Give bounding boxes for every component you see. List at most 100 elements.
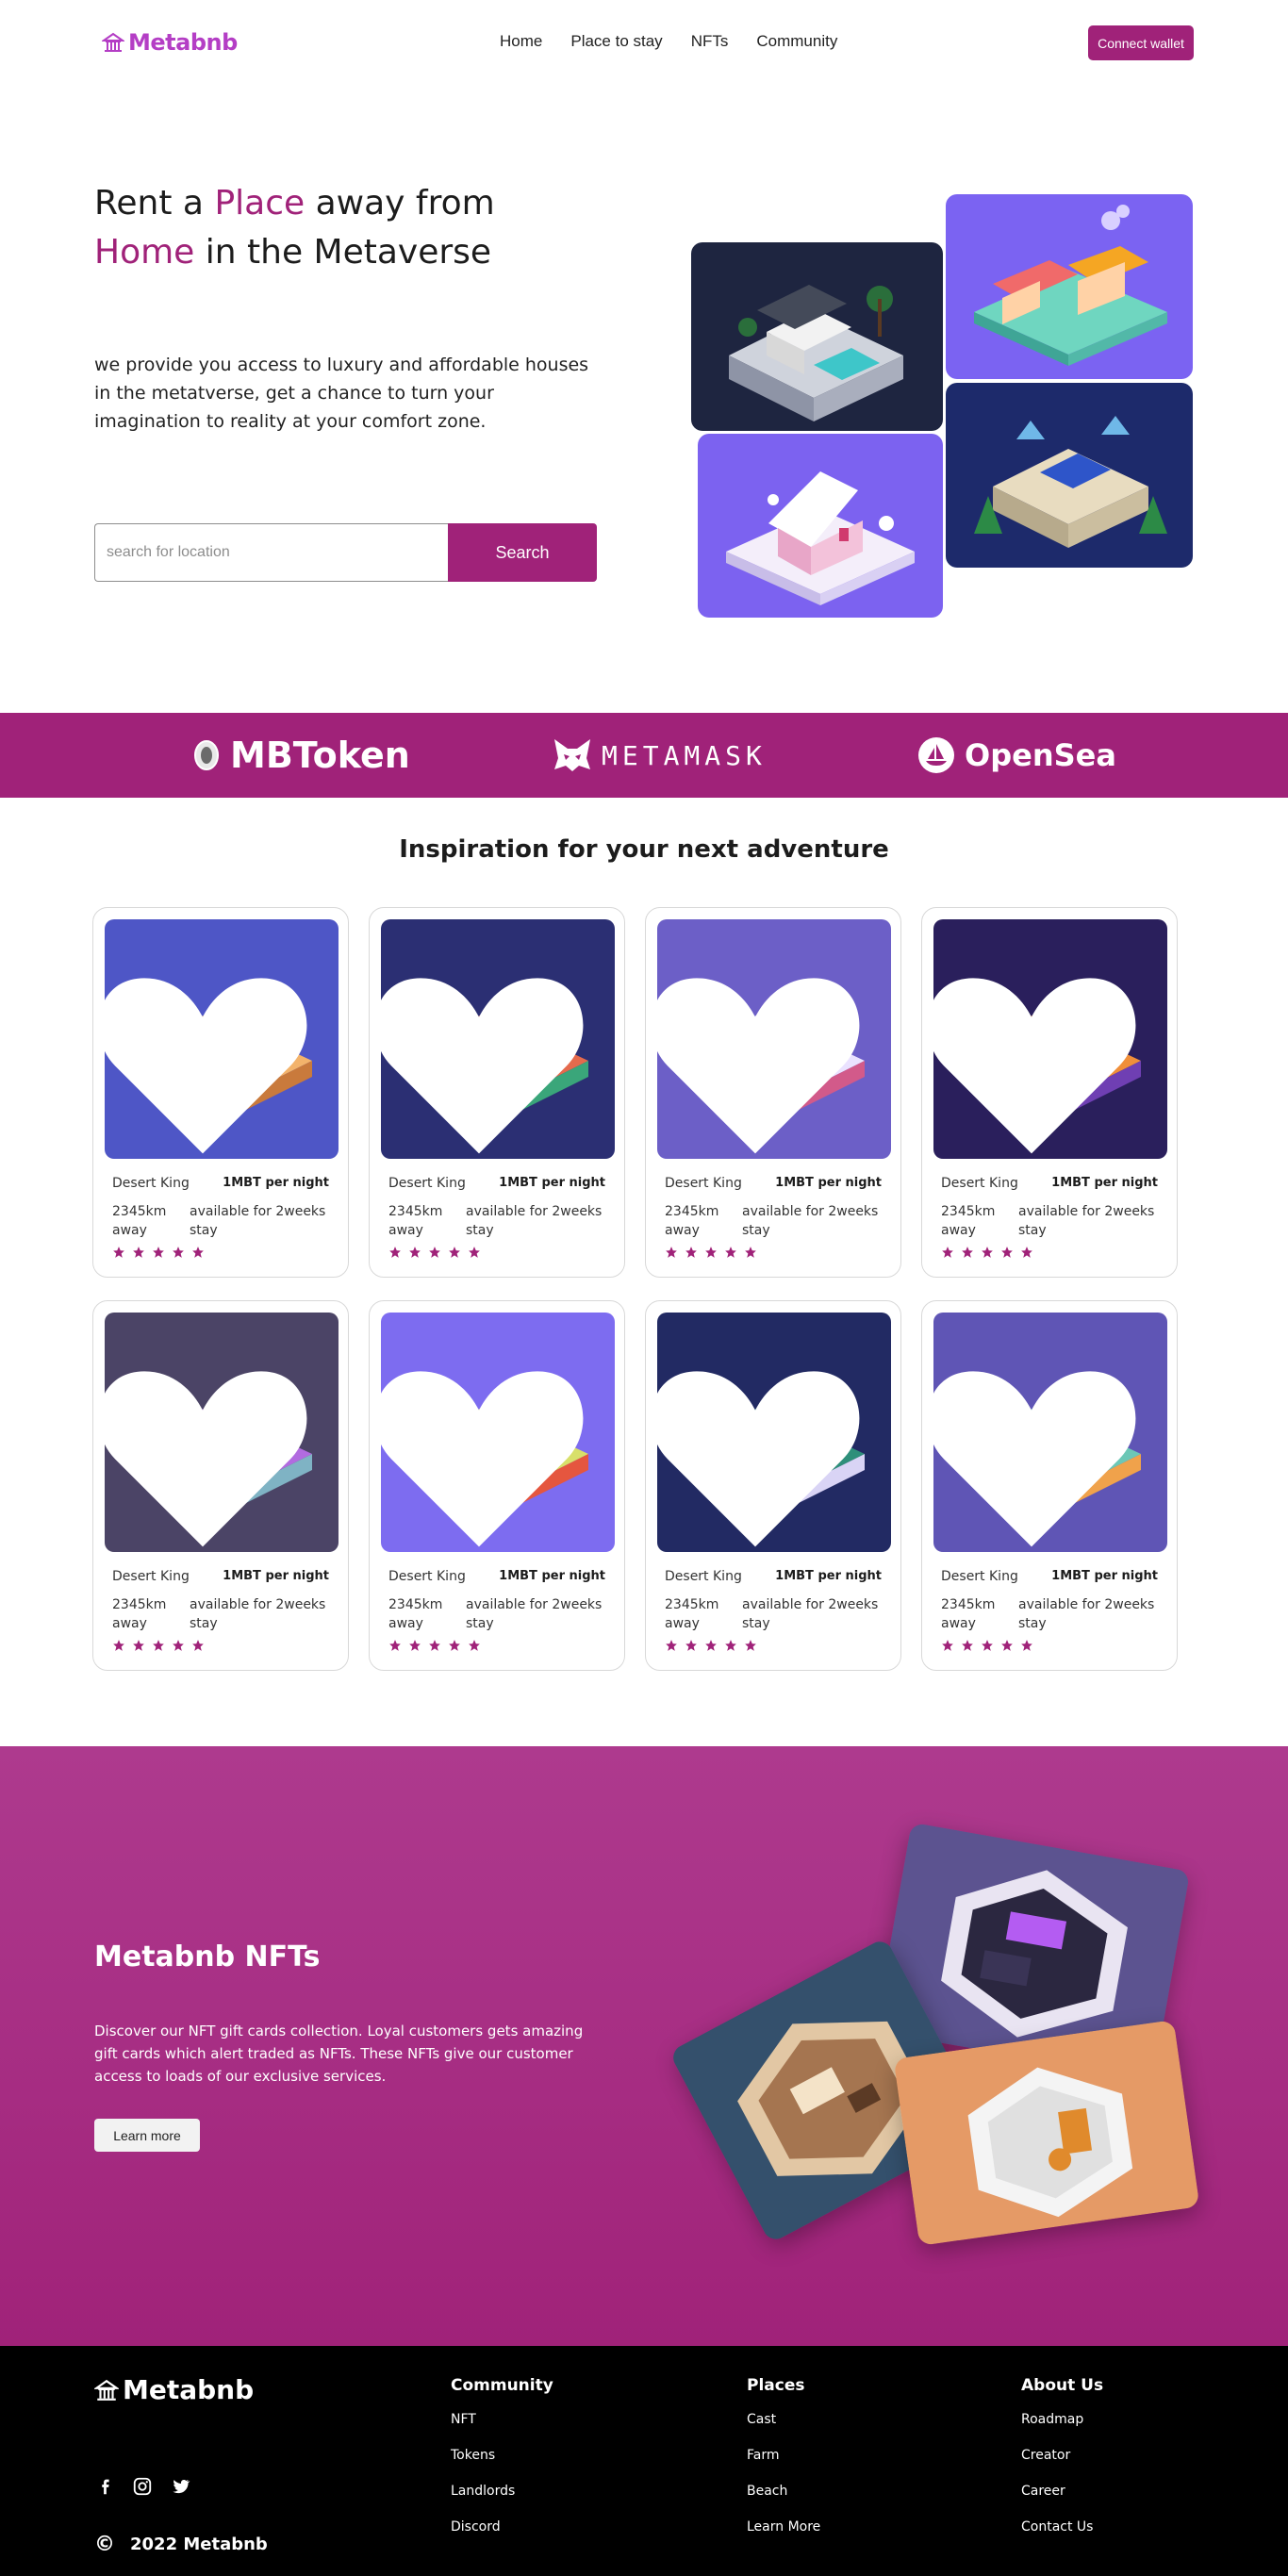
favorite-heart-icon[interactable]	[657, 936, 872, 1159]
listing-rating	[388, 1246, 481, 1259]
footer-link[interactable]: NFT	[451, 2412, 553, 2427]
star-icon	[469, 1247, 480, 1258]
listing-distance: 2345km away	[941, 1597, 996, 1631]
star-icon	[942, 1640, 953, 1651]
favorite-heart-icon[interactable]	[105, 936, 320, 1159]
opensea-boat-icon	[918, 737, 954, 773]
facebook-icon[interactable]	[94, 2476, 115, 2497]
nav-link-home[interactable]: Home	[500, 32, 542, 51]
listing-name: Desert King	[665, 1569, 742, 1584]
hero-title-accent: Place	[214, 184, 305, 223]
footer-link[interactable]: Farm	[747, 2448, 820, 2463]
market-illustration	[946, 194, 1193, 379]
footer-logo[interactable]: Metabnb	[94, 2374, 254, 2405]
footer-link[interactable]: Beach	[747, 2484, 820, 2499]
copyright-text: 2022 Metabnb	[130, 2535, 268, 2554]
listing-distance: 2345km away	[388, 1597, 443, 1631]
nft-section: Metabnb NFTs Discover our NFT gift cards…	[0, 1746, 1288, 2346]
listing-name: Desert King	[941, 1176, 1018, 1191]
listing-availability: available for 2weeks stay	[1018, 1204, 1155, 1238]
brand-logo[interactable]: Metabnb	[102, 29, 238, 56]
star-icon	[192, 1640, 204, 1651]
nav-link-place-to-stay[interactable]: Place to stay	[570, 32, 662, 51]
instagram-icon[interactable]	[132, 2476, 153, 2497]
star-icon	[153, 1640, 164, 1651]
footer-link[interactable]: Tokens	[451, 2448, 553, 2463]
listing-name: Desert King	[112, 1176, 190, 1191]
hero-image-villa	[691, 242, 943, 431]
star-icon	[982, 1247, 993, 1258]
learn-more-button[interactable]: Learn more	[94, 2119, 200, 2152]
star-icon	[389, 1247, 401, 1258]
listing-card[interactable]: Desert King 1MBT per night 2345km away avai…	[369, 1300, 625, 1671]
listing-rating	[665, 1639, 757, 1652]
listing-price: 1MBT per night	[1051, 1176, 1158, 1190]
twitter-icon[interactable]	[170, 2476, 190, 2497]
listing-availability: available for 2weeks stay	[466, 1204, 603, 1238]
footer-column-about: About Us Roadmap Creator Career Contact …	[1021, 2376, 1103, 2555]
listing-distance: 2345km away	[941, 1204, 996, 1238]
connect-wallet-button[interactable]: Connect wallet	[1088, 25, 1194, 60]
listing-name: Desert King	[388, 1176, 466, 1191]
star-icon	[666, 1247, 677, 1258]
partner-metamask: METAMASK	[553, 732, 767, 779]
footer-link[interactable]: Landlords	[451, 2484, 553, 2499]
listing-distance: 2345km away	[388, 1204, 443, 1238]
partner-name: MBToken	[230, 735, 410, 776]
listing-availability: available for 2weeks stay	[190, 1204, 326, 1238]
favorite-heart-icon[interactable]	[105, 1329, 320, 1552]
footer: Metabnb Community NFT Tokens Landlords D…	[0, 2346, 1288, 2576]
favorite-heart-icon[interactable]	[381, 936, 596, 1159]
listing-card[interactable]: Desert King 1MBT per night 2345km away avai…	[369, 907, 625, 1278]
listing-name: Desert King	[665, 1176, 742, 1191]
footer-link[interactable]: Roadmap	[1021, 2412, 1103, 2427]
listing-card[interactable]: Desert King 1MBT per night 2345km away avai…	[921, 907, 1178, 1278]
listing-availability: available for 2weeks stay	[466, 1597, 603, 1631]
copyright-icon: ©	[94, 2533, 115, 2556]
star-icon	[449, 1247, 460, 1258]
star-icon	[962, 1247, 973, 1258]
star-icon	[982, 1640, 993, 1651]
search-input[interactable]	[94, 523, 448, 582]
star-icon	[745, 1247, 756, 1258]
star-icon	[389, 1640, 401, 1651]
favorite-heart-icon[interactable]	[933, 936, 1148, 1159]
nav-link-nfts[interactable]: NFTs	[691, 32, 729, 51]
favorite-heart-icon[interactable]	[381, 1329, 596, 1552]
star-icon	[469, 1640, 480, 1651]
footer-link[interactable]: Discord	[451, 2519, 553, 2535]
listing-card[interactable]: Desert King 1MBT per night 2345km away avai…	[921, 1300, 1178, 1671]
footer-column-places: Places Cast Farm Beach Learn More	[747, 2376, 820, 2555]
footer-column-community: Community NFT Tokens Landlords Discord	[451, 2376, 553, 2555]
hero-description: we provide you access to luxury and affo…	[94, 355, 589, 432]
listing-rating	[112, 1639, 205, 1652]
footer-link[interactable]: Creator	[1021, 2448, 1103, 2463]
star-icon	[705, 1640, 717, 1651]
nft-card-bedroom	[893, 2020, 1200, 2246]
star-icon	[113, 1247, 124, 1258]
hero-image-castle	[946, 383, 1193, 568]
listing-card[interactable]: Desert King 1MBT per night 2345km away avai…	[645, 1300, 901, 1671]
listing-card[interactable]: Desert King 1MBT per night 2345km away avai…	[92, 907, 349, 1278]
footer-link[interactable]: Career	[1021, 2484, 1103, 2499]
listing-card[interactable]: Desert King 1MBT per night 2345km away avai…	[92, 1300, 349, 1671]
nav-link-community[interactable]: Community	[756, 32, 837, 51]
favorite-heart-icon[interactable]	[657, 1329, 872, 1552]
star-icon	[1001, 1247, 1013, 1258]
copyright: © 2022 Metabnb	[94, 2533, 268, 2556]
mbtoken-coin-icon	[194, 740, 219, 770]
footer-link[interactable]: Cast	[747, 2412, 820, 2427]
listing-price: 1MBT per night	[223, 1569, 329, 1583]
star-icon	[1001, 1640, 1013, 1651]
search-button[interactable]: Search	[448, 523, 597, 582]
footer-link[interactable]: Contact Us	[1021, 2519, 1103, 2535]
star-icon	[725, 1640, 736, 1651]
favorite-heart-icon[interactable]	[933, 1329, 1148, 1552]
nft-description: Discover our NFT gift cards collection. …	[94, 2023, 584, 2085]
villa-illustration	[691, 242, 943, 431]
footer-link[interactable]: Learn More	[747, 2519, 820, 2535]
star-icon	[942, 1247, 953, 1258]
listing-price: 1MBT per night	[1051, 1569, 1158, 1583]
search-bar: Search	[94, 523, 597, 582]
listing-card[interactable]: Desert King 1MBT per night 2345km away avai…	[645, 907, 901, 1278]
